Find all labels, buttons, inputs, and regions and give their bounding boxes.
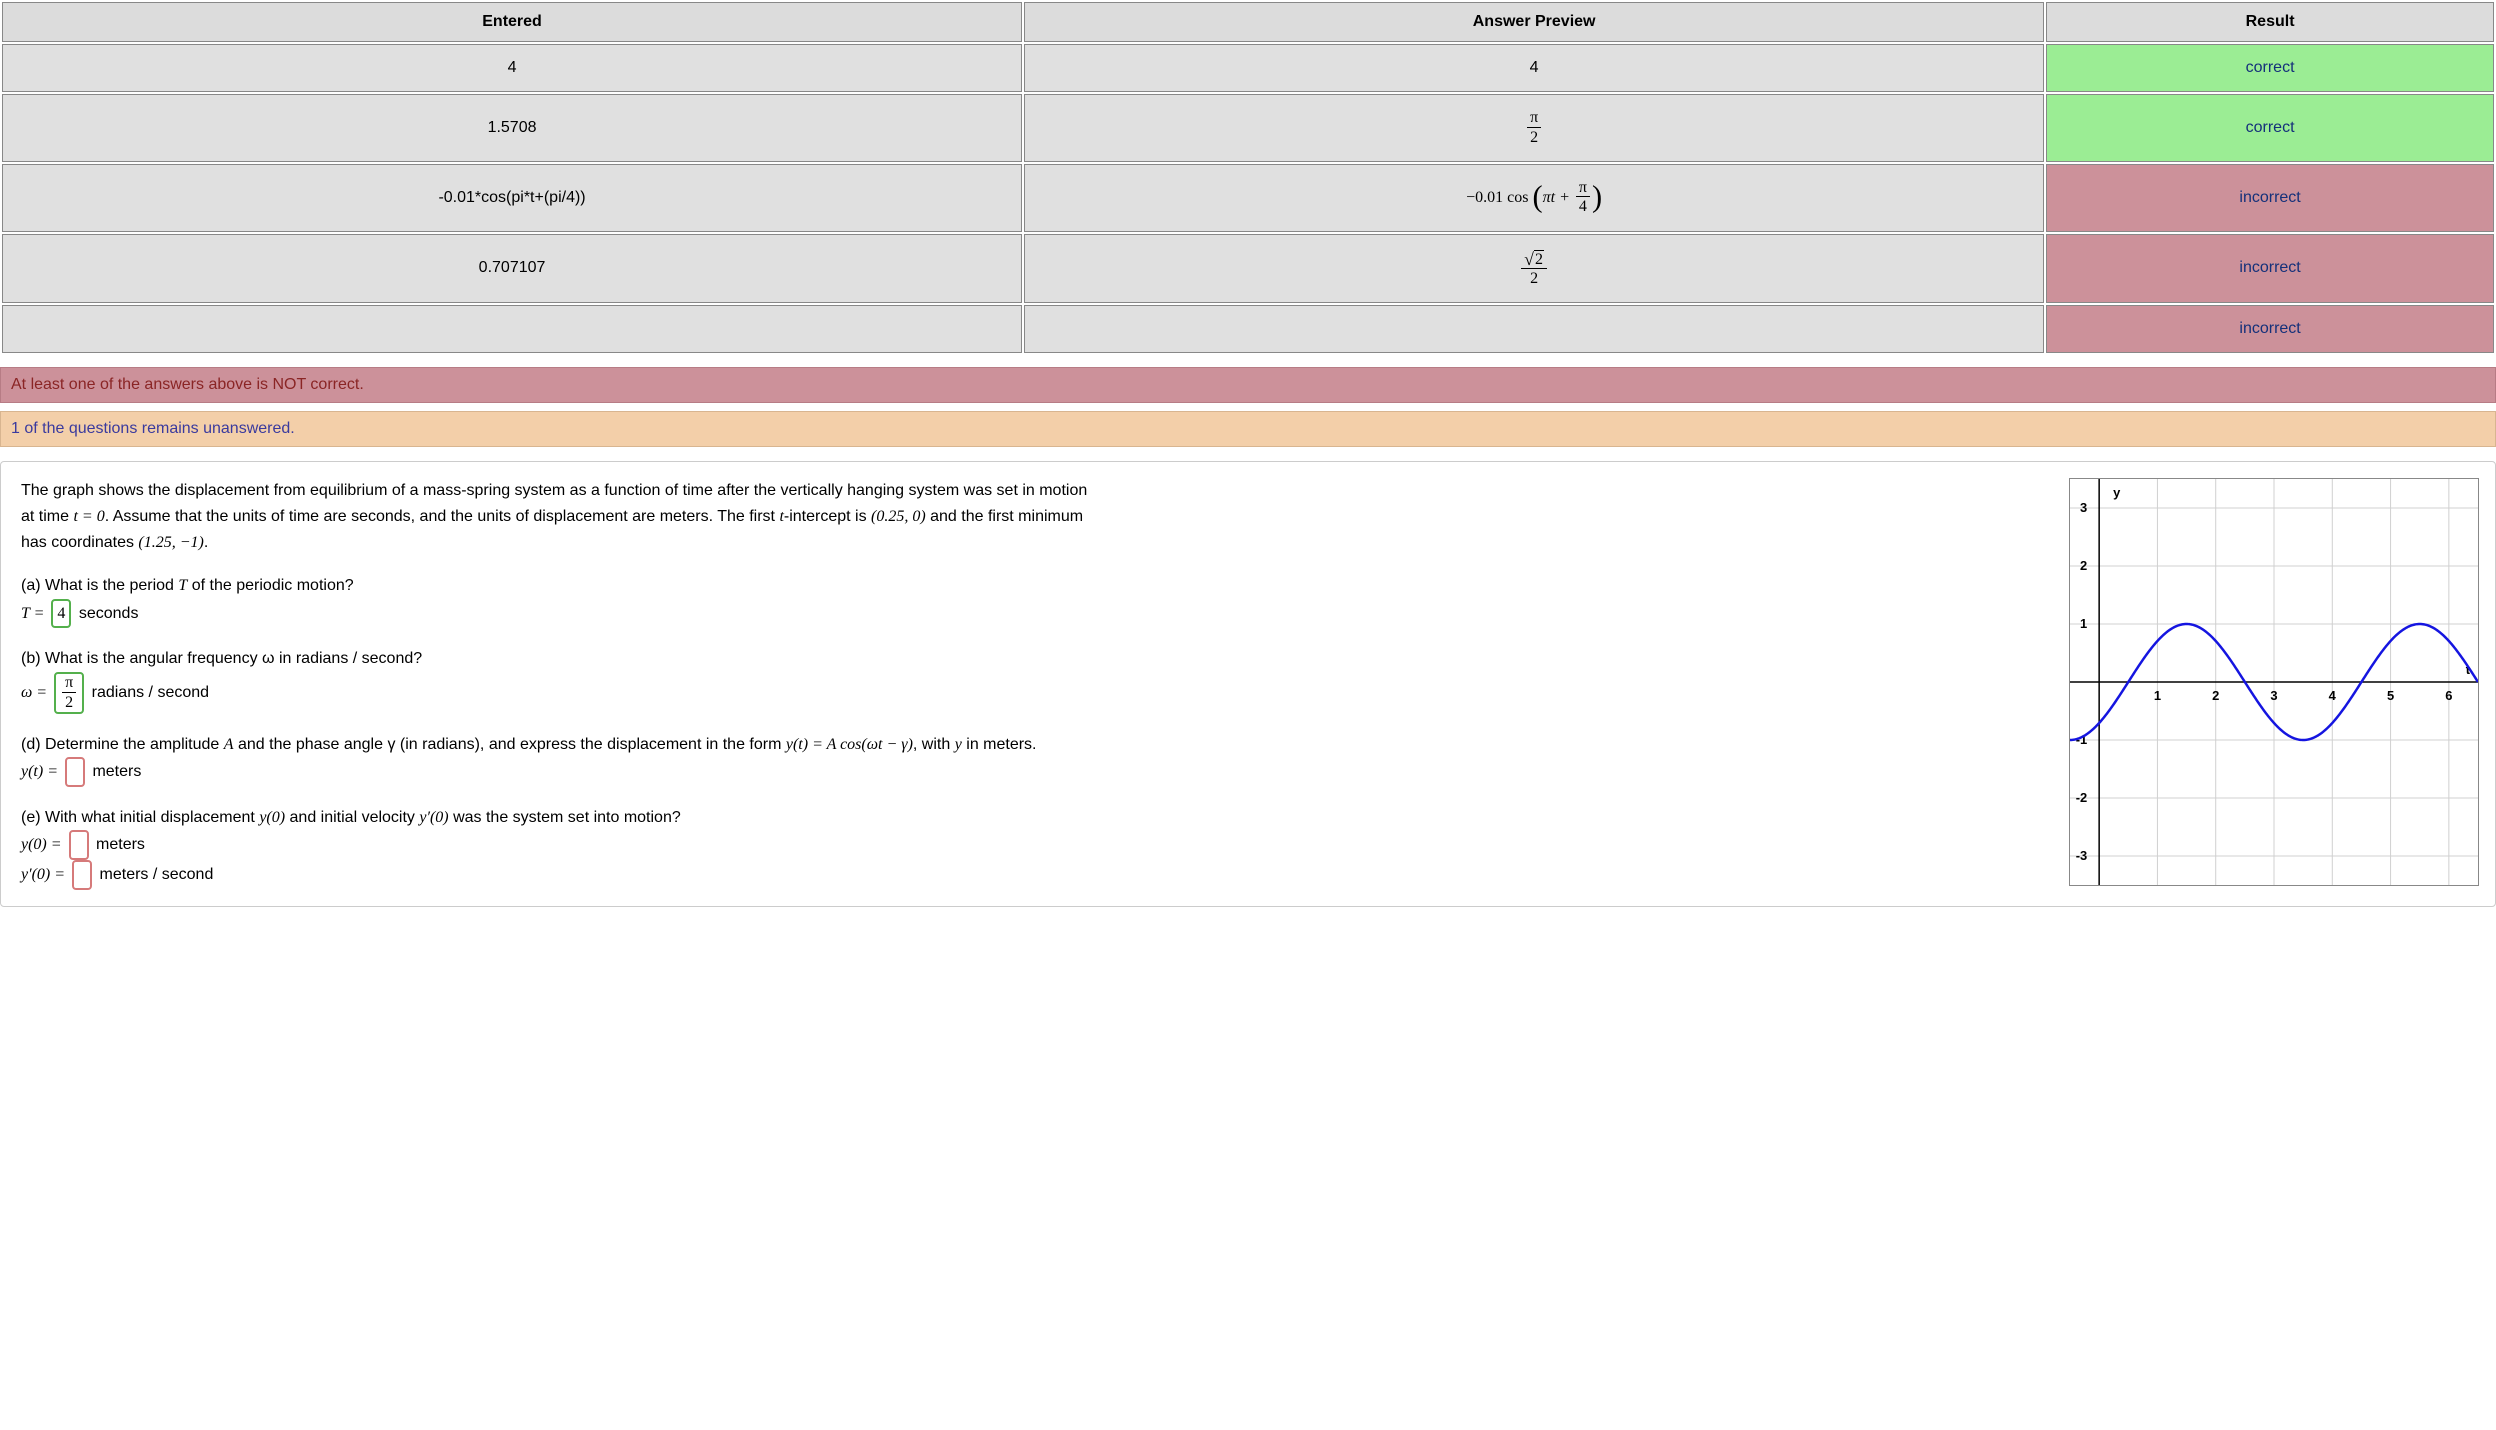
result-cell: correct (2046, 94, 2494, 162)
answer-yp0-input[interactable] (72, 860, 92, 890)
svg-text:5: 5 (2387, 688, 2394, 703)
entered-cell: 4 (2, 44, 1022, 92)
question-d: (d) Determine the amplitude A and the ph… (21, 732, 1101, 787)
result-cell: incorrect (2046, 305, 2494, 353)
answer-period-input[interactable]: 4 (51, 599, 71, 629)
entered-cell: -0.01*cos(pi*t+(pi/4)) (2, 164, 1022, 232)
entered-cell: 1.5708 (2, 94, 1022, 162)
svg-text:4: 4 (2329, 688, 2337, 703)
table-row: 0.707107√22incorrect (2, 234, 2494, 304)
table-row: 1.5708π2correct (2, 94, 2494, 162)
preview-cell: 4 (1024, 44, 2044, 92)
results-table: Entered Answer Preview Result 44correct1… (0, 0, 2496, 355)
problem-intro: The graph shows the displacement from eq… (21, 482, 1087, 550)
question-b: (b) What is the angular frequency ω in r… (21, 646, 1101, 713)
preview-cell (1024, 305, 2044, 353)
svg-text:-3: -3 (2076, 848, 2088, 863)
svg-text:2: 2 (2212, 688, 2219, 703)
table-row: -0.01*cos(pi*t+(pi/4))−0.01 cos (πt + π4… (2, 164, 2494, 232)
banner-error: At least one of the answers above is NOT… (0, 367, 2496, 403)
preview-cell: √22 (1024, 234, 2044, 304)
question-e: (e) With what initial displacement y(0) … (21, 805, 1101, 890)
displacement-plot: 123456-3-2-1123yt (2069, 478, 2479, 886)
table-row: incorrect (2, 305, 2494, 353)
svg-text:2: 2 (2080, 558, 2087, 573)
banner-unanswered: 1 of the questions remains unanswered. (0, 411, 2496, 447)
svg-text:-2: -2 (2076, 790, 2088, 805)
svg-text:3: 3 (2080, 500, 2087, 515)
svg-text:1: 1 (2154, 688, 2161, 703)
answer-yt-input[interactable] (65, 757, 85, 787)
question-a: (a) What is the period T of the periodic… (21, 573, 1101, 628)
preview-cell: −0.01 cos (πt + π4) (1024, 164, 2044, 232)
header-entered: Entered (2, 2, 1022, 42)
answer-y0-input[interactable] (69, 830, 89, 860)
preview-cell: π2 (1024, 94, 2044, 162)
result-cell: correct (2046, 44, 2494, 92)
problem-container: The graph shows the displacement from eq… (0, 461, 2496, 906)
table-row: 44correct (2, 44, 2494, 92)
entered-cell: 0.707107 (2, 234, 1022, 304)
header-result: Result (2046, 2, 2494, 42)
svg-text:1: 1 (2080, 616, 2087, 631)
result-cell: incorrect (2046, 234, 2494, 304)
svg-text:6: 6 (2445, 688, 2452, 703)
answer-omega-input[interactable]: π2 (54, 672, 84, 714)
entered-cell (2, 305, 1022, 353)
svg-text:y: y (2113, 485, 2121, 500)
header-preview: Answer Preview (1024, 2, 2044, 42)
result-cell: incorrect (2046, 164, 2494, 232)
svg-text:3: 3 (2270, 688, 2277, 703)
